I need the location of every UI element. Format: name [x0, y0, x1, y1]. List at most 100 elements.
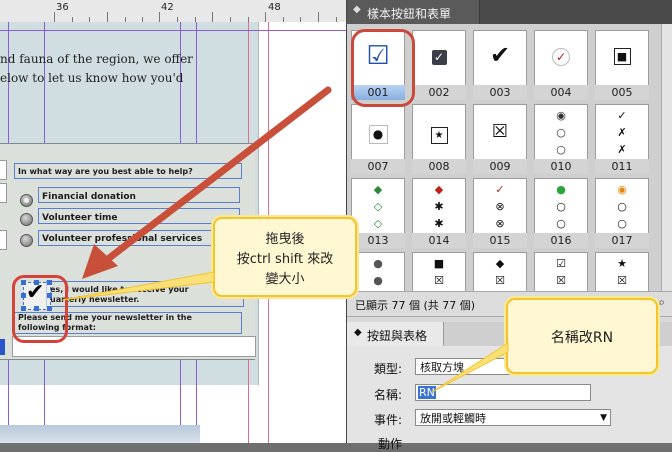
- cell-label[interactable]: 008: [412, 159, 466, 174]
- red-diamond-stack-icon: ◆ ✱ ✱: [434, 183, 444, 230]
- search-icon[interactable]: ⌕: [658, 295, 665, 310]
- sample-cell-row4[interactable]: ★ ☒: [595, 252, 649, 291]
- cell-label[interactable]: 010: [534, 159, 588, 174]
- radio-stack-icon: ◉ ○ ○: [556, 109, 566, 156]
- sample-cell-010[interactable]: ◉ ○ ○: [534, 104, 588, 164]
- sample-cell-017[interactable]: ◉ ○ ○: [595, 178, 649, 238]
- square-filled-icon: ■: [596, 45, 648, 65]
- sample-cell-014[interactable]: ◆ ✱ ✱: [412, 178, 466, 238]
- chevron-down-icon: ▼: [600, 413, 607, 423]
- type-value: 核取方塊: [420, 361, 464, 374]
- instruction-callout: 拖曳後 按ctrl shift 來改 變大小: [213, 217, 357, 297]
- field-selection-edge: [0, 339, 5, 355]
- radio-button-volunteer-time[interactable]: [20, 213, 33, 226]
- sample-cell-002[interactable]: ✓: [412, 30, 466, 90]
- sample-cell-007[interactable]: ●: [351, 104, 405, 164]
- cell-label[interactable]: 004: [534, 85, 588, 100]
- callout-line: 拖曳後: [265, 232, 305, 247]
- green-dot-stack-icon: ● ○ ○: [556, 183, 566, 230]
- event-dropdown[interactable]: 放開或輕觸時 ▼: [415, 409, 611, 426]
- offscreen-field[interactable]: [0, 160, 7, 180]
- collapse-icon[interactable]: ◆: [353, 4, 361, 15]
- sample-buttons-panel: ◆ 樣本按鈕和表單 ☑ ✓ ✔ ✓ ■ 001 002 003 004 005 …: [346, 0, 672, 451]
- event-value: 放開或輕觸時: [420, 412, 486, 425]
- cell-label[interactable]: 014: [412, 233, 466, 248]
- item-count-text: 已顯示 77 個 (共 77 個): [355, 299, 476, 312]
- offscreen-field[interactable]: [0, 183, 7, 203]
- check-box-stack-icon: ☑ ☒: [556, 257, 566, 287]
- option-label: Volunteer time: [42, 213, 118, 223]
- sample-cell-004[interactable]: ✓: [534, 30, 588, 90]
- gray-dot-stack-icon: ● ●: [373, 257, 383, 287]
- star-box-stack-icon: ★ ☒: [617, 257, 627, 287]
- dot-filled-icon: ●: [352, 123, 404, 144]
- option-label: Volunteer professional services: [42, 234, 203, 244]
- ruler-label: 48: [268, 2, 281, 13]
- question-text: In what way are you best able to help?: [18, 167, 193, 176]
- cell-label[interactable]: 015: [473, 233, 527, 248]
- cell-label[interactable]: 017: [595, 233, 649, 248]
- panel-tab[interactable]: ◆ 按鈕與表格: [347, 322, 444, 346]
- sample-cell-row4[interactable]: ● ●: [351, 252, 405, 291]
- radio-button-financial[interactable]: [20, 194, 33, 207]
- horizontal-ruler: 36 42 48: [0, 0, 346, 23]
- sample-cell-008[interactable]: ★: [412, 104, 466, 164]
- orange-dot-stack-icon: ◉ ○ ○: [617, 183, 627, 230]
- section-title: 按鈕與表格: [367, 329, 428, 343]
- cell-label[interactable]: 007: [351, 159, 405, 174]
- red-check-circle-icon: ✓: [535, 46, 587, 66]
- callout-text: 名稱改RN: [550, 330, 614, 346]
- collapse-icon[interactable]: ◆: [354, 327, 362, 338]
- sample-cell-005[interactable]: ■: [595, 30, 649, 90]
- name-input[interactable]: RN: [415, 384, 591, 401]
- ruler-label: 42: [161, 2, 174, 13]
- action-label: 動作: [377, 437, 402, 451]
- checkbox-dark-check-icon: ✓: [413, 46, 465, 65]
- offscreen-field[interactable]: [0, 230, 7, 250]
- intro-paragraph[interactable]: nd fauna of the region, we offer elow to…: [0, 50, 200, 88]
- cell-label[interactable]: 016: [534, 233, 588, 248]
- panel-tab[interactable]: ◆ 樣本按鈕和表單: [347, 0, 480, 24]
- sample-cell-row4[interactable]: ◆ ☒: [473, 252, 527, 291]
- grid-scrollbar[interactable]: [661, 24, 672, 291]
- sample-cell-013[interactable]: ◆ ◇ ◇: [351, 178, 405, 238]
- cell-label[interactable]: 013: [351, 233, 405, 248]
- cell-label[interactable]: 003: [473, 85, 527, 100]
- cell-label[interactable]: 002: [412, 85, 466, 100]
- name-value: RN: [418, 386, 436, 399]
- type-label: 類型:: [373, 362, 402, 376]
- sample-cell-row4[interactable]: ☑ ☒: [534, 252, 588, 291]
- name-label: 名稱:: [373, 388, 402, 402]
- circle-check-stack-icon: ✓ ⊗ ⊗: [495, 183, 505, 230]
- sample-cell-015[interactable]: ✓ ⊗ ⊗: [473, 178, 527, 238]
- sample-cell-003[interactable]: ✔: [473, 30, 527, 90]
- event-label: 事件:: [373, 413, 402, 427]
- highlight-circle: [351, 29, 415, 107]
- check-x-stack-icon: ✓ ✗ ✗: [617, 109, 627, 156]
- radio-button-volunteer-services[interactable]: [20, 234, 33, 247]
- diamond-box-stack-icon: ◆ ☒: [495, 257, 505, 287]
- intro-line: elow to let us know how you'd: [0, 71, 184, 85]
- panel-title: 樣本按鈕和表單: [367, 7, 452, 21]
- callout-line: 按ctrl shift 來改: [236, 252, 334, 267]
- page-image: [0, 425, 200, 443]
- highlight-circle: [12, 275, 68, 343]
- diamond-stack-icon: ◆ ◇ ◇: [373, 183, 383, 230]
- cell-label[interactable]: 011: [595, 159, 649, 174]
- margin-guide-horizontal: [0, 30, 346, 31]
- sample-cell-009[interactable]: ☒: [473, 104, 527, 164]
- cell-label[interactable]: 009: [473, 159, 527, 174]
- ruler-label: 36: [56, 2, 69, 13]
- callout-line: 變大小: [265, 272, 305, 287]
- panel-header: ◆ 樣本按鈕和表單: [347, 0, 672, 24]
- cell-label[interactable]: 005: [595, 85, 649, 100]
- sample-cell-016[interactable]: ● ○ ○: [534, 178, 588, 238]
- star-box-icon: ★: [413, 123, 465, 144]
- x-box-icon: ☒: [491, 121, 509, 142]
- checkmark-icon: ✔: [489, 41, 511, 69]
- option-label: Financial donation: [42, 192, 136, 202]
- x-box-stack-icon: ■ ☒: [433, 257, 445, 287]
- sample-cell-011[interactable]: ✓ ✗ ✗: [595, 104, 649, 164]
- sample-cell-row4[interactable]: ■ ☒: [412, 252, 466, 291]
- rename-callout: 名稱改RN: [506, 298, 658, 374]
